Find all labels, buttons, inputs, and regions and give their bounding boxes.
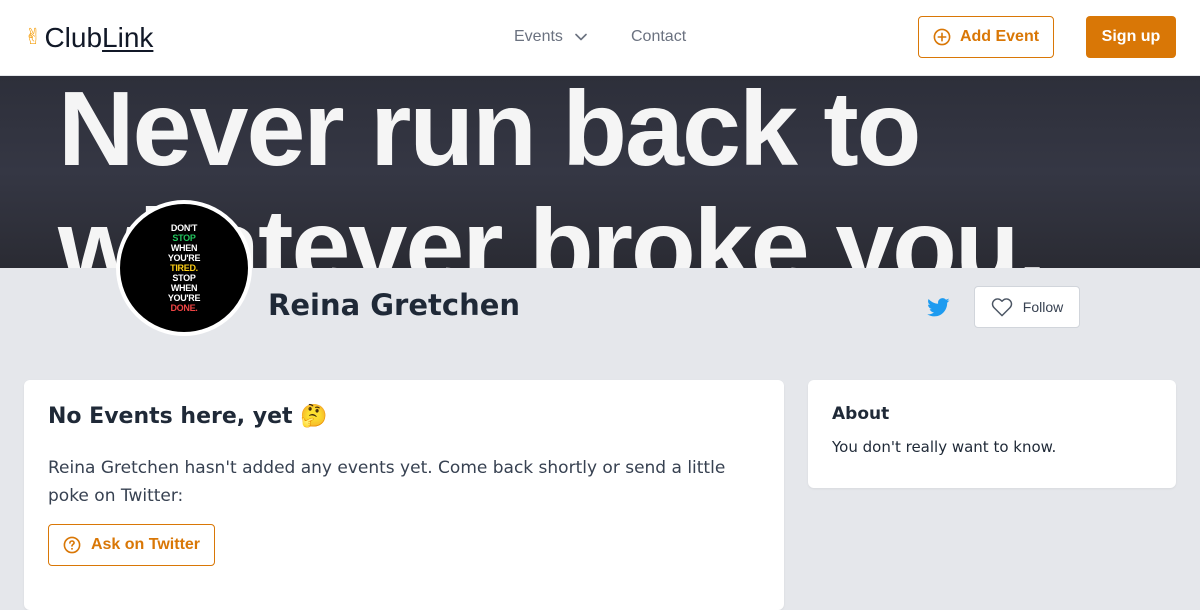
poster-word: DON'T <box>170 223 198 233</box>
poster-word: YOU'RE <box>167 253 201 263</box>
about-card: About You don't really want to know. <box>808 380 1176 488</box>
poster-word: WHEN <box>170 243 198 253</box>
profile-name: Reina Gretchen <box>268 288 521 322</box>
ask-on-twitter-button[interactable]: Ask on Twitter <box>48 524 215 566</box>
logo-text-link: Link <box>102 22 154 53</box>
twitter-icon[interactable] <box>926 296 950 318</box>
poster-word: DONE. <box>170 303 198 313</box>
nav-events-label: Events <box>514 28 563 45</box>
chevron-down-icon <box>575 33 587 41</box>
add-event-label: Add Event <box>959 28 1040 45</box>
events-card: No Events here, yet 🤔 Reina Gretchen has… <box>24 380 784 610</box>
banner-text-line-1: Never run back to <box>58 76 921 188</box>
plus-circle-icon <box>933 28 951 46</box>
events-empty-title-text: No Events here, yet <box>48 404 293 429</box>
question-circle-icon <box>63 536 81 554</box>
events-empty-title: No Events here, yet 🤔 <box>48 404 328 429</box>
add-event-button[interactable]: Add Event <box>918 16 1054 58</box>
follow-button[interactable]: Follow <box>974 286 1080 328</box>
follow-label: Follow <box>1022 299 1064 315</box>
logo-text-club: Club <box>44 22 103 53</box>
sign-up-button[interactable]: Sign up <box>1086 16 1176 58</box>
site-header: ✌ Club Link Events Contact Add Event Sig… <box>0 0 1200 76</box>
poster-word: YOU'RE <box>167 293 201 303</box>
nav-events-dropdown[interactable]: Events <box>514 28 631 46</box>
about-title: About <box>832 404 890 424</box>
about-text: You don't really want to know. <box>832 438 1057 456</box>
clublink-logo[interactable]: ✌ Club Link <box>24 20 153 56</box>
victory-hand-icon: ✌ <box>24 25 43 50</box>
thinking-face-icon: 🤔 <box>300 404 328 429</box>
poster-word: STOP <box>172 273 196 283</box>
heart-icon <box>991 297 1013 317</box>
poster-word: STOP <box>172 233 196 243</box>
main-nav: Events Contact <box>514 24 686 50</box>
events-empty-message: Reina Gretchen hasn't added any events y… <box>48 458 726 506</box>
poster-word: WHEN <box>170 283 198 293</box>
profile-avatar: DON'T STOP WHEN YOU'RE TIRED. STOP WHEN … <box>116 200 252 336</box>
poster-word: TIRED. <box>170 263 198 273</box>
nav-contact-link[interactable]: Contact <box>631 28 686 46</box>
ask-on-twitter-label: Ask on Twitter <box>90 536 201 553</box>
